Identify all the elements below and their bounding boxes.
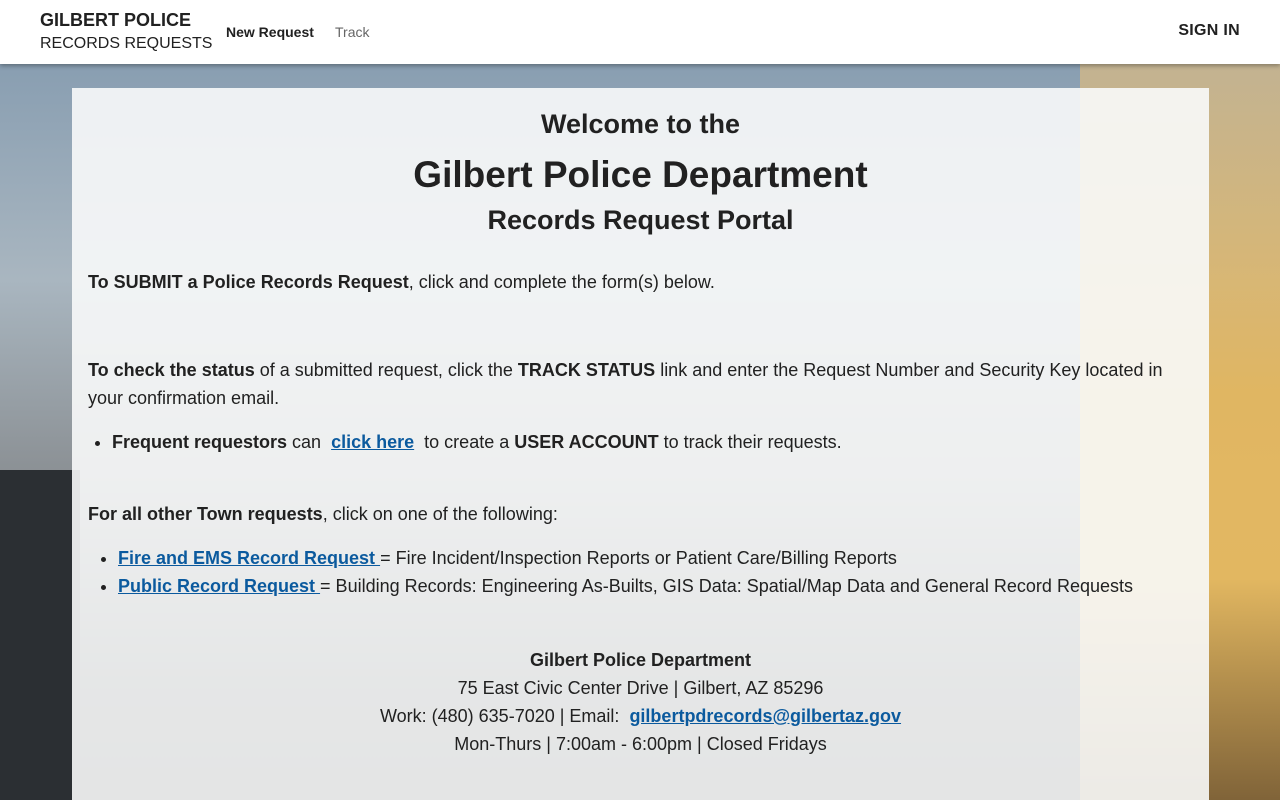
create-account-link[interactable]: click here — [331, 432, 414, 452]
other-requests-list: Fire and EMS Record Request = Fire Incid… — [118, 544, 1193, 600]
sign-in-button[interactable]: SIGN IN — [1178, 22, 1240, 40]
other-bold: For all other Town requests — [88, 504, 323, 524]
email-link[interactable]: gilbertpdrecords@gilbertaz.gov — [629, 706, 901, 726]
freq-text-rest: to track their requests. — [658, 432, 842, 452]
contact-name: Gilbert Police Department — [529, 650, 752, 670]
contact-info: Gilbert Police Department 75 East Civic … — [88, 646, 1193, 758]
contact-work: Work: (480) 635-7020 | Email: gilbertpdr… — [88, 702, 1193, 730]
freq-bold: Frequent requestors — [112, 432, 288, 452]
nav-track[interactable]: Track — [335, 24, 369, 40]
brand[interactable]: GILBERT POLICE RECORDS REQUESTS — [40, 9, 212, 57]
status-text: of a submitted request, click the — [254, 360, 518, 380]
submit-instructions: To SUBMIT a Police Records Request, clic… — [88, 268, 1193, 296]
top-app-bar: GILBERT POLICE RECORDS REQUESTS New Requ… — [0, 0, 1280, 64]
public-record-request-link[interactable]: Public Record Request — [118, 576, 320, 596]
submit-bold: To SUBMIT a Police Records Request — [88, 272, 409, 292]
status-bold: To check the status — [88, 360, 255, 380]
page-title: Gilbert Police Department — [413, 154, 868, 195]
frequent-list: Frequent requestors can click here to cr… — [112, 428, 1193, 456]
welcome-heading: Welcome to the — [540, 109, 741, 139]
submit-text: , click and complete the form(s) below. — [408, 272, 715, 292]
contact-hours: Mon-Thurs | 7:00am - 6:00pm | Closed Fri… — [454, 734, 827, 754]
list-item: Public Record Request = Building Records… — [118, 572, 1193, 600]
list-item: Fire and EMS Record Request = Fire Incid… — [118, 544, 1193, 572]
brand-title: GILBERT POLICE — [40, 10, 192, 30]
track-status-bold: TRACK STATUS — [517, 360, 656, 380]
link-description: = Building Records: Engineering As-Built… — [320, 576, 1133, 596]
contact-address: 75 East Civic Center Drive | Gilbert, AZ… — [457, 678, 824, 698]
nav-new-request[interactable]: New Request — [226, 24, 314, 40]
status-instructions: To check the status of a submitted reque… — [88, 356, 1193, 412]
work-phone: Work: (480) 635-7020 | Email: — [379, 706, 625, 726]
page-subtitle: Records Request Portal — [487, 205, 794, 235]
background-police-car — [0, 470, 80, 800]
frequent-requestors-item: Frequent requestors can click here to cr… — [112, 428, 1193, 456]
fire-ems-request-link[interactable]: Fire and EMS Record Request — [118, 548, 380, 568]
user-account-bold: USER ACCOUNT — [514, 432, 659, 452]
freq-text: can — [287, 432, 327, 452]
other-text: , click on one of the following: — [322, 504, 558, 524]
welcome-card: Welcome to the Gilbert Police Department… — [72, 88, 1209, 800]
freq-text-mid: to create a — [419, 432, 515, 452]
other-requests-intro: For all other Town requests, click on on… — [88, 500, 1193, 528]
brand-subtitle: RECORDS REQUESTS — [40, 35, 213, 52]
link-description: = Fire Incident/Inspection Reports or Pa… — [380, 548, 897, 568]
